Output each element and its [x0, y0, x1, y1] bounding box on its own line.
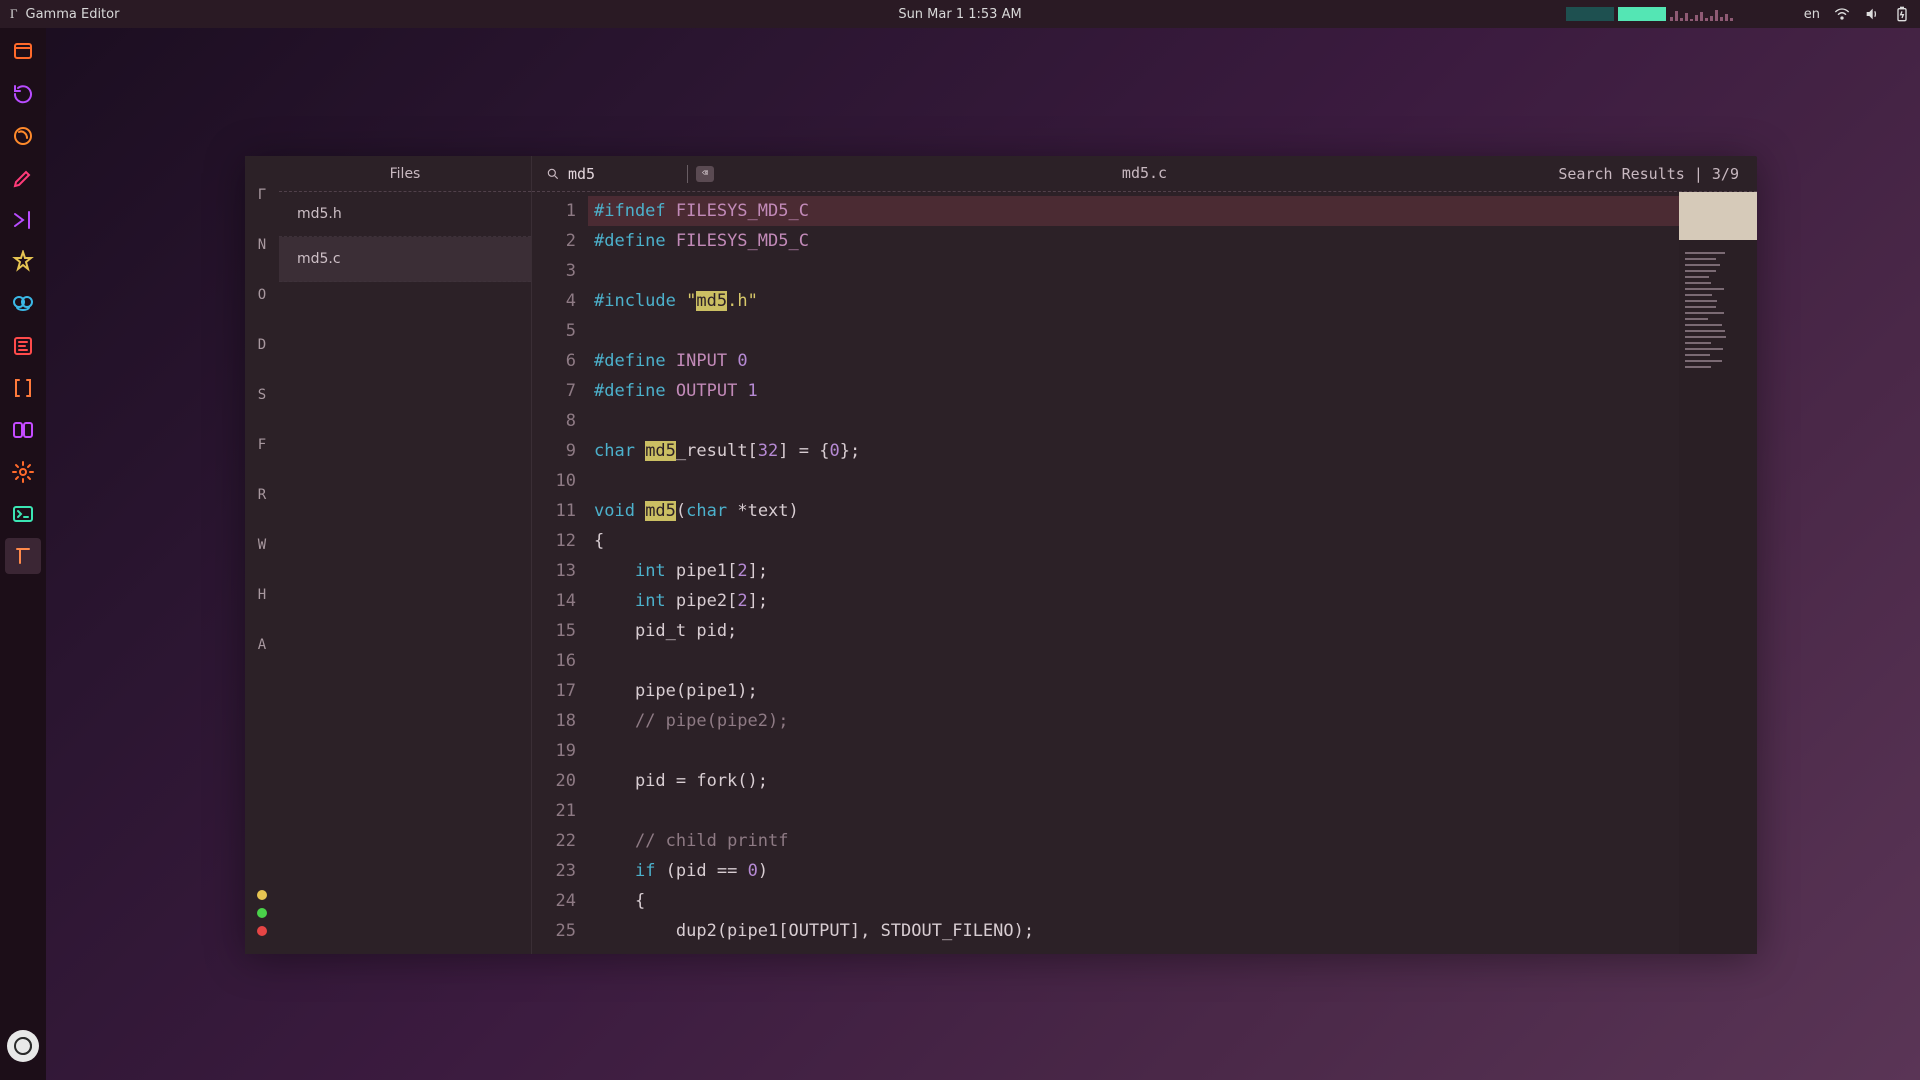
keyboard-lang[interactable]: en — [1804, 7, 1820, 22]
system-topbar: Γ Gamma Editor Sun Mar 1 1:53 AM en — [0, 0, 1920, 28]
gamma-icon: Γ — [10, 6, 18, 22]
editor-tabbar: ⌫ md5.c Search Results | 3/9 — [532, 156, 1757, 192]
dock-app-build[interactable] — [5, 244, 41, 280]
mode-letter-Γ[interactable]: Γ — [258, 170, 266, 220]
application-dock — [0, 28, 46, 1080]
status-dot-green[interactable] — [257, 908, 267, 918]
mode-strip: ΓNODSFRWHA — [245, 156, 279, 954]
resource-monitor[interactable] — [1566, 7, 1790, 21]
volume-icon[interactable] — [1864, 6, 1880, 22]
editor-window: ΓNODSFRWHA Files md5.hmd5.c ⌫ md5.c Sear… — [245, 156, 1757, 954]
mode-letter-W[interactable]: W — [258, 520, 266, 570]
minimap-viewport[interactable] — [1679, 192, 1757, 240]
dock-app-refresh[interactable] — [5, 76, 41, 112]
mode-letter-A[interactable]: A — [258, 620, 266, 670]
dock-app-gamma[interactable] — [5, 538, 41, 574]
mode-letter-F[interactable]: F — [258, 420, 266, 470]
dock-app-audio[interactable] — [5, 286, 41, 322]
files-pane-header: Files — [279, 156, 531, 192]
dock-app-firefox[interactable] — [5, 118, 41, 154]
file-row[interactable]: md5.h — [279, 192, 531, 237]
mode-letter-H[interactable]: H — [258, 570, 266, 620]
code-area[interactable]: 1234567891011121314151617181920212223242… — [532, 192, 1757, 954]
dock-app-filezilla[interactable] — [5, 328, 41, 364]
wifi-icon[interactable] — [1834, 6, 1850, 22]
active-filename[interactable]: md5.c — [1122, 164, 1167, 182]
search-input[interactable] — [568, 165, 688, 183]
mode-letter-O[interactable]: O — [258, 270, 266, 320]
search-box[interactable]: ⌫ — [532, 165, 772, 183]
dock-app-edit[interactable] — [5, 160, 41, 196]
mode-letter-D[interactable]: D — [258, 320, 266, 370]
dock-app-files[interactable] — [5, 34, 41, 70]
code-text[interactable]: #ifndef FILESYS_MD5_C#define FILESYS_MD5… — [588, 192, 1757, 954]
mode-letter-N[interactable]: N — [258, 220, 266, 270]
dock-app-vscode[interactable] — [5, 202, 41, 238]
mode-letter-R[interactable]: R — [258, 470, 266, 520]
minimap[interactable] — [1679, 192, 1757, 954]
file-row[interactable]: md5.c — [279, 237, 531, 282]
line-gutter: 1234567891011121314151617181920212223242… — [532, 192, 588, 954]
clock[interactable]: Sun Mar 1 1:53 AM — [898, 7, 1021, 22]
clear-search-icon[interactable]: ⌫ — [696, 166, 714, 182]
search-results-count: Search Results | 3/9 — [1558, 165, 1757, 183]
search-icon — [546, 167, 560, 181]
dock-app-panels[interactable] — [5, 412, 41, 448]
status-dot-yellow[interactable] — [257, 890, 267, 900]
files-pane: Files md5.hmd5.c — [279, 156, 532, 954]
mode-letter-S[interactable]: S — [258, 370, 266, 420]
dock-app-launcher[interactable] — [7, 1030, 39, 1062]
dock-app-settings[interactable] — [5, 454, 41, 490]
dock-app-terminal[interactable] — [5, 496, 41, 532]
app-title: Gamma Editor — [26, 7, 120, 22]
status-dot-red[interactable] — [257, 926, 267, 936]
battery-icon[interactable] — [1894, 6, 1910, 22]
editor-main: ⌫ md5.c Search Results | 3/9 12345678910… — [532, 156, 1757, 954]
dock-app-brackets[interactable] — [5, 370, 41, 406]
